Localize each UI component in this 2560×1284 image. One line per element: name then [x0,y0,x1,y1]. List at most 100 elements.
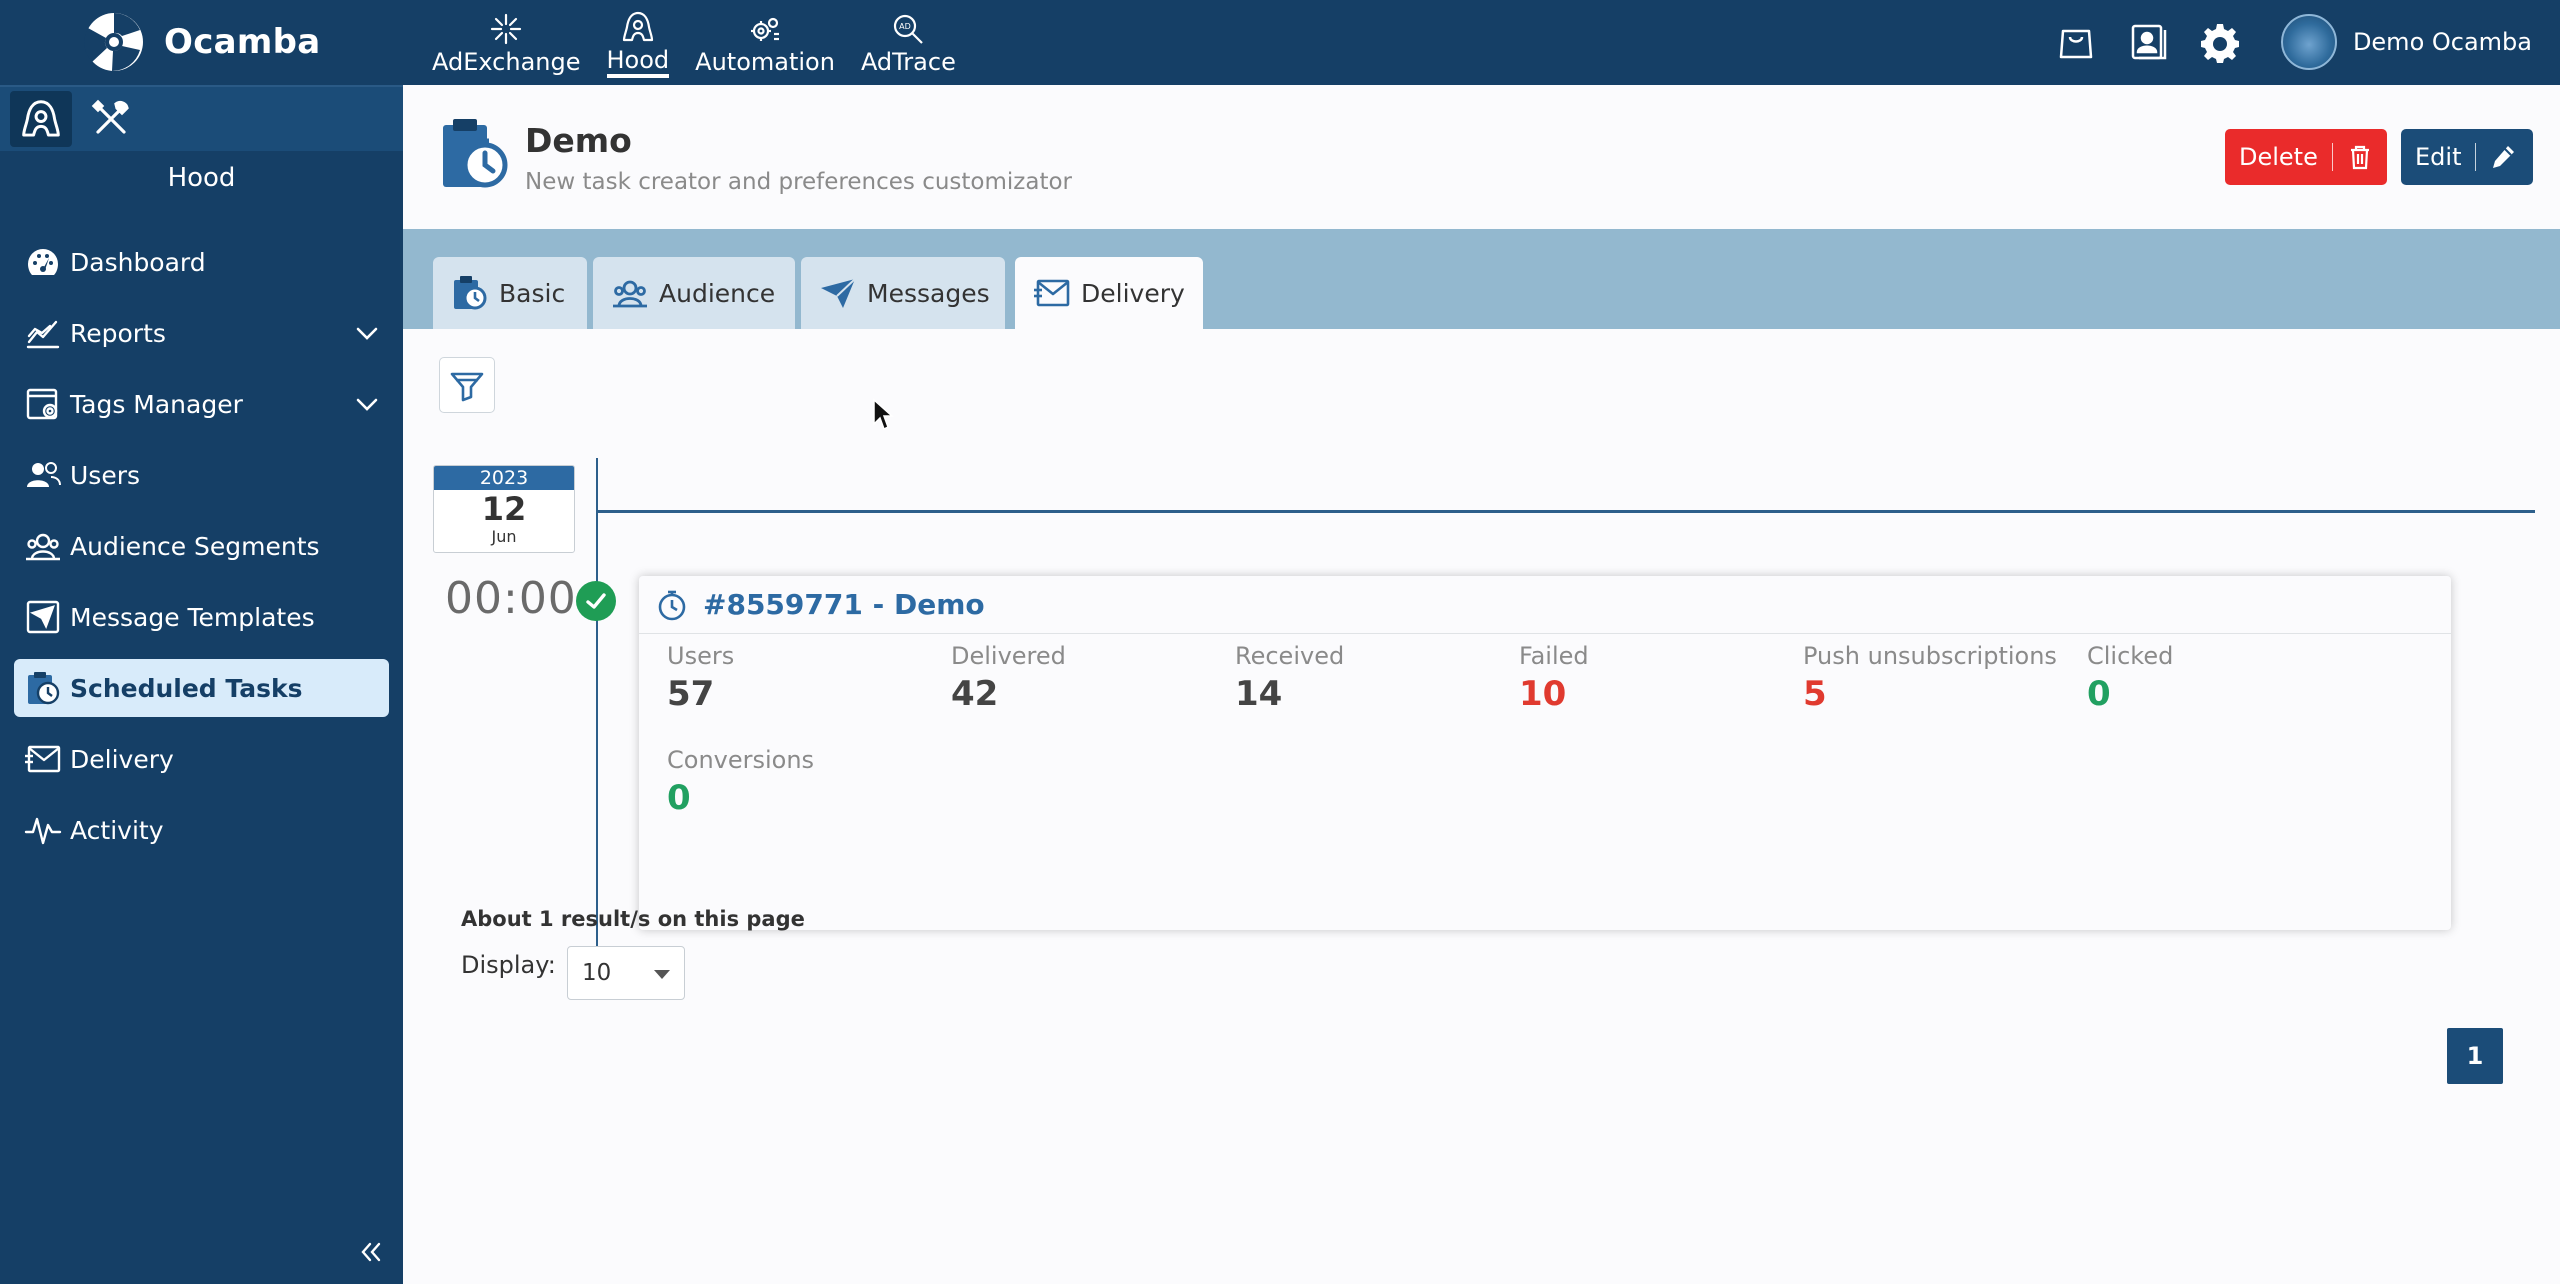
top-navigation: AdExchange Hood Automation AD AdTrace [422,6,972,78]
sidebar-item-label: Tags Manager [70,389,243,419]
task-title-link[interactable]: #8559771 - Demo [703,588,985,621]
page-subtitle: New task creator and preferences customi… [525,169,1073,195]
pagination-page-button[interactable]: 1 [2447,1028,2503,1084]
sparkle-icon [491,13,522,45]
sidebar-item-label: Activity [70,815,164,845]
scheduled-task-icon [28,672,60,705]
task-card[interactable]: #8559771 - Demo Users 57 Delivered 42 Re… [639,576,2451,930]
tab-label: Messages [867,278,990,308]
top-bar: Ocamba AdExchange Hood Automation AD AdT… [0,0,2560,85]
sidebar-item-label: Scheduled Tasks [70,673,303,703]
sidebar-item-dashboard[interactable]: Dashboard [14,233,389,291]
sidebar-tab-tools[interactable] [80,91,142,147]
pencil-icon [2493,146,2515,168]
user-avatar[interactable] [2280,14,2337,70]
shopping-bag-icon[interactable] [2055,21,2097,63]
stat-value: 42 [951,674,999,714]
sidebar-item-label: Audience Segments [70,531,320,561]
stat-users: Users 57 [667,642,951,714]
hood-icon [622,11,653,42]
stat-value: 0 [2087,674,2111,714]
stat-conversions: Conversions 0 [667,746,951,818]
stat-value: 5 [1803,674,1827,714]
sidebar-section-title: Hood [167,163,236,193]
brand[interactable]: Ocamba [82,10,321,74]
topnav-automation[interactable]: Automation [685,6,845,78]
edit-button-label: Edit [2415,143,2462,171]
envelope-icon [25,745,61,773]
stat-label: Received [1235,642,1345,670]
gears-icon [751,17,780,41]
sidebar-item-label: Reports [70,318,166,348]
sidebar-item-delivery[interactable]: Delivery [14,730,389,788]
topnav-label: Automation [695,48,835,76]
checkmark-icon [586,593,606,609]
clipboard-clock-icon [454,276,487,310]
sidebar-item-audience-segments[interactable]: Audience Segments [14,517,389,575]
stat-label: Conversions [667,746,815,774]
contacts-icon[interactable] [2127,21,2169,63]
top-right-tools: Demo Ocamba [2025,10,2532,74]
audience-icon [613,280,647,308]
delete-button-label: Delete [2239,143,2318,171]
stat-value: 57 [667,674,715,714]
sidebar-item-reports[interactable]: Reports [14,304,389,362]
topnav-adexchange[interactable]: AdExchange [422,6,591,78]
svg-text:AD: AD [900,22,912,31]
page-size-value: 10 [582,960,612,986]
filter-button[interactable] [439,357,495,413]
topnav-adtrace[interactable]: AD AdTrace [851,6,966,78]
tab-label: Basic [499,278,566,308]
topnav-hood[interactable]: Hood [597,6,680,78]
topnav-label: Hood [606,46,670,78]
delete-button[interactable]: Delete [2225,129,2387,185]
tab-basic[interactable]: Basic [433,257,587,329]
topnav-label: AdExchange [432,48,581,76]
settings-gear-icon[interactable] [2199,21,2241,63]
edit-button[interactable]: Edit [2401,129,2533,185]
sidebar-menu: Dashboard Reports Tags Manager Users Aud… [14,233,389,872]
timeline-time: 00:00 [445,573,577,624]
button-separator [2475,143,2477,171]
stat-value: 0 [667,778,691,818]
button-separator [2331,143,2333,171]
trash-icon [2350,145,2369,170]
sidebar-item-users[interactable]: Users [14,446,389,504]
chevron-down-icon[interactable] [353,319,381,347]
sidebar-item-label: Users [70,460,141,490]
hood-icon [22,100,60,137]
stat-clicked: Clicked 0 [2087,642,2371,714]
stat-push-unsubscriptions: Push unsubscriptions 5 [1803,642,2087,714]
results-count: About 1 result/s on this page [461,907,805,931]
date-year: 2023 [434,466,574,490]
main-content: Demo New task creator and preferences cu… [403,85,2560,1284]
sidebar-item-label: Dashboard [70,247,206,277]
sidebar-item-message-templates[interactable]: Message Templates [14,588,389,646]
topnav-label: AdTrace [860,48,956,76]
sidebar-item-activity[interactable]: Activity [14,801,389,859]
scheduled-task-icon [443,119,508,188]
paper-plane-icon [821,278,856,308]
page-title: Demo [525,121,632,160]
timeline-horizontal-line [596,510,2535,513]
tab-delivery[interactable]: Delivery [1015,257,1203,329]
user-name[interactable]: Demo Ocamba [2353,28,2532,56]
sidebar-item-tags-manager[interactable]: Tags Manager [14,375,389,433]
adtrace-search-icon: AD [894,14,924,44]
sidebar-item-scheduled-tasks[interactable]: Scheduled Tasks [14,659,389,717]
stat-value: 14 [1235,674,1283,714]
tab-bar: Basic Audience Messages Delivery [403,229,2560,329]
collapse-sidebar-icon[interactable] [355,1237,385,1267]
stat-received: Received 14 [1235,642,1519,714]
filter-funnel-icon [450,372,484,402]
tab-messages[interactable]: Messages [801,257,1005,329]
tab-audience[interactable]: Audience [593,257,795,329]
brand-name: Ocamba [164,22,321,62]
mouse-cursor-icon [873,398,894,431]
chevron-down-icon[interactable] [353,390,381,418]
stat-label: Push unsubscriptions [1803,642,2057,670]
audience-icon [26,533,60,561]
tab-label: Audience [659,278,776,308]
sidebar-tab-hood[interactable] [10,91,72,147]
page-size-select[interactable]: 10 [567,946,685,1000]
